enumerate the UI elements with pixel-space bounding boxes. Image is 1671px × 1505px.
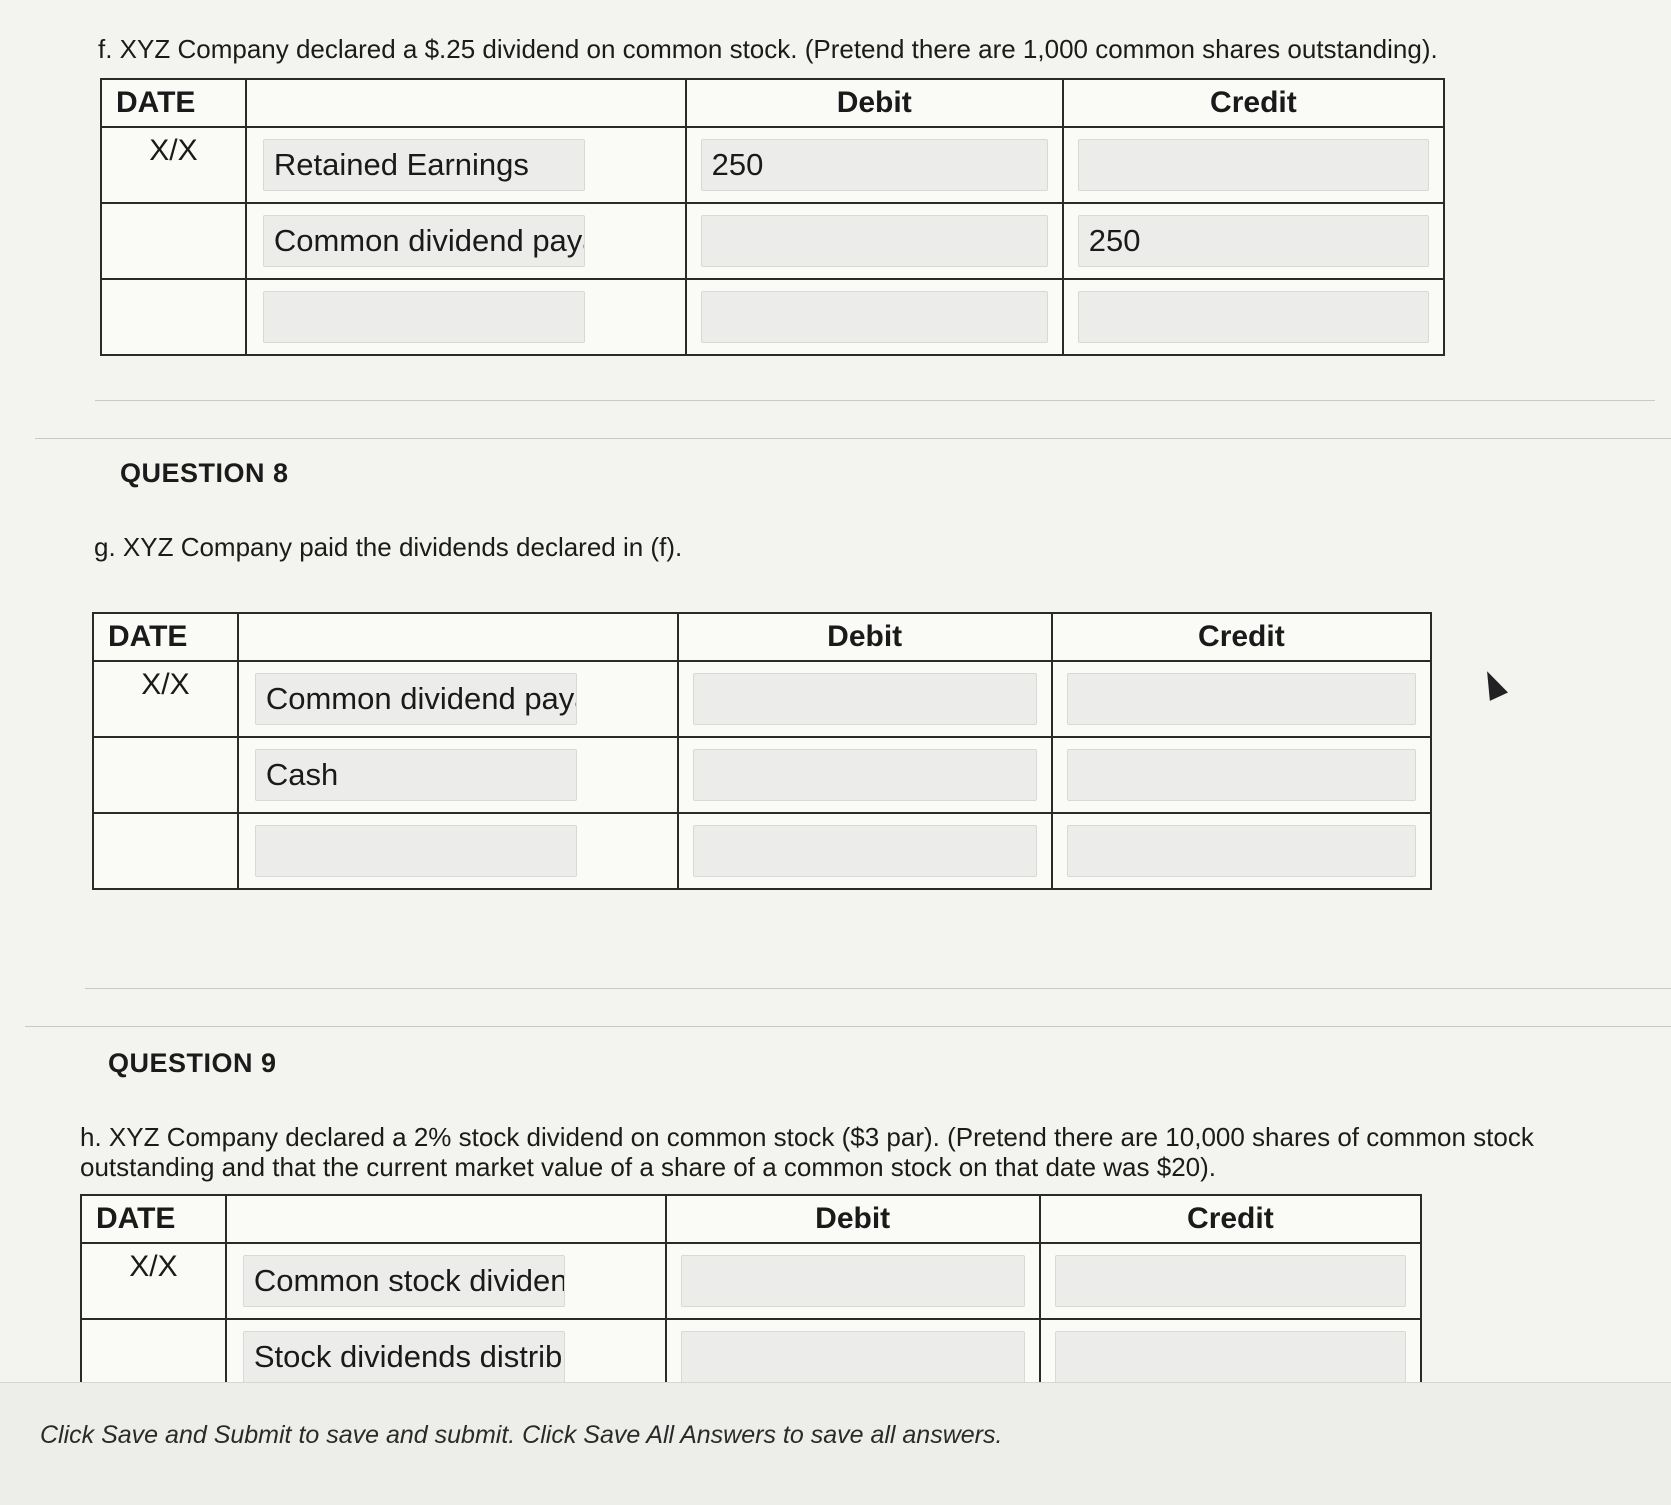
credit-header: Credit (1050, 612, 1433, 662)
table-row: Common dividend paya 250 (100, 202, 1446, 280)
date-header: DATE (100, 78, 247, 128)
date-header: DATE (92, 612, 239, 662)
question-8-prompt: g. XYZ Company paid the dividends declar… (94, 532, 683, 562)
debit-input[interactable] (692, 749, 1037, 801)
credit-input[interactable] (1054, 1255, 1406, 1307)
account-select[interactable]: Common stock dividenc (242, 1255, 565, 1307)
account-header (236, 612, 679, 662)
table-row (92, 812, 1433, 890)
date-cell (100, 202, 247, 280)
account-select[interactable] (262, 291, 585, 343)
date-cell: X/X (92, 660, 239, 738)
debit-input[interactable] (680, 1331, 1025, 1383)
question-9-prompt: h. XYZ Company declared a 2% stock divid… (80, 1122, 1534, 1182)
date-cell: X/X (100, 126, 247, 204)
credit-input[interactable] (1054, 1331, 1406, 1383)
question-9-title: QUESTION 9 (108, 1048, 277, 1078)
credit-input[interactable] (1066, 825, 1416, 877)
divider (25, 1026, 1671, 1027)
date-cell (100, 278, 247, 356)
table-header-row: DATE Debit Credit (80, 1194, 1423, 1244)
credit-input[interactable] (1077, 139, 1429, 191)
table-row: X/X Common stock dividenc (80, 1242, 1423, 1320)
account-select[interactable] (254, 825, 577, 877)
debit-input[interactable] (692, 825, 1037, 877)
debit-input[interactable] (700, 215, 1048, 267)
debit-header: Debit (664, 1194, 1041, 1244)
table-header-row: DATE Debit Credit (92, 612, 1433, 662)
account-select[interactable]: Cash (254, 749, 577, 801)
footer-instructions: Click Save and Submit to save and submit… (40, 1421, 1003, 1449)
account-select[interactable]: Retained Earnings (262, 139, 585, 191)
journal-entry-table-g: DATE Debit Credit X/X Common dividend pa… (92, 612, 1433, 890)
date-cell: X/X (80, 1242, 227, 1320)
date-header: DATE (80, 1194, 227, 1244)
credit-header: Credit (1038, 1194, 1423, 1244)
credit-input[interactable] (1066, 749, 1416, 801)
journal-entry-table-f: DATE Debit Credit X/X Retained Earnings … (100, 78, 1446, 356)
question-f-prompt: f. XYZ Company declared a $.25 dividend … (98, 34, 1438, 64)
debit-header: Debit (684, 78, 1064, 128)
assessment-page: f. XYZ Company declared a $.25 dividend … (0, 0, 1671, 1505)
credit-input[interactable]: 250 (1077, 215, 1429, 267)
table-row (100, 278, 1446, 356)
account-header (224, 1194, 667, 1244)
table-row: Cash (92, 736, 1433, 814)
debit-input[interactable] (700, 291, 1048, 343)
account-select[interactable]: Common dividend paya (262, 215, 585, 267)
question-8-title: QUESTION 8 (120, 458, 289, 488)
divider (95, 400, 1655, 401)
journal-entry-table-h: DATE Debit Credit X/X Common stock divid… (80, 1194, 1423, 1396)
account-select[interactable]: Stock dividends distribu (242, 1331, 565, 1383)
divider (85, 988, 1671, 989)
credit-header: Credit (1061, 78, 1446, 128)
account-header (244, 78, 687, 128)
debit-input[interactable] (680, 1255, 1025, 1307)
credit-input[interactable] (1066, 673, 1416, 725)
credit-input[interactable] (1077, 291, 1429, 343)
table-row: X/X Common dividend paya (92, 660, 1433, 738)
table-row: X/X Retained Earnings 250 (100, 126, 1446, 204)
account-select[interactable]: Common dividend paya (254, 673, 577, 725)
debit-input[interactable]: 250 (700, 139, 1048, 191)
table-header-row: DATE Debit Credit (100, 78, 1446, 128)
divider (35, 438, 1671, 439)
date-cell (92, 736, 239, 814)
date-cell (92, 812, 239, 890)
footer-bar: Click Save and Submit to save and submit… (0, 1382, 1671, 1505)
mouse-pointer-icon (1478, 667, 1508, 701)
debit-header: Debit (676, 612, 1053, 662)
debit-input[interactable] (692, 673, 1037, 725)
